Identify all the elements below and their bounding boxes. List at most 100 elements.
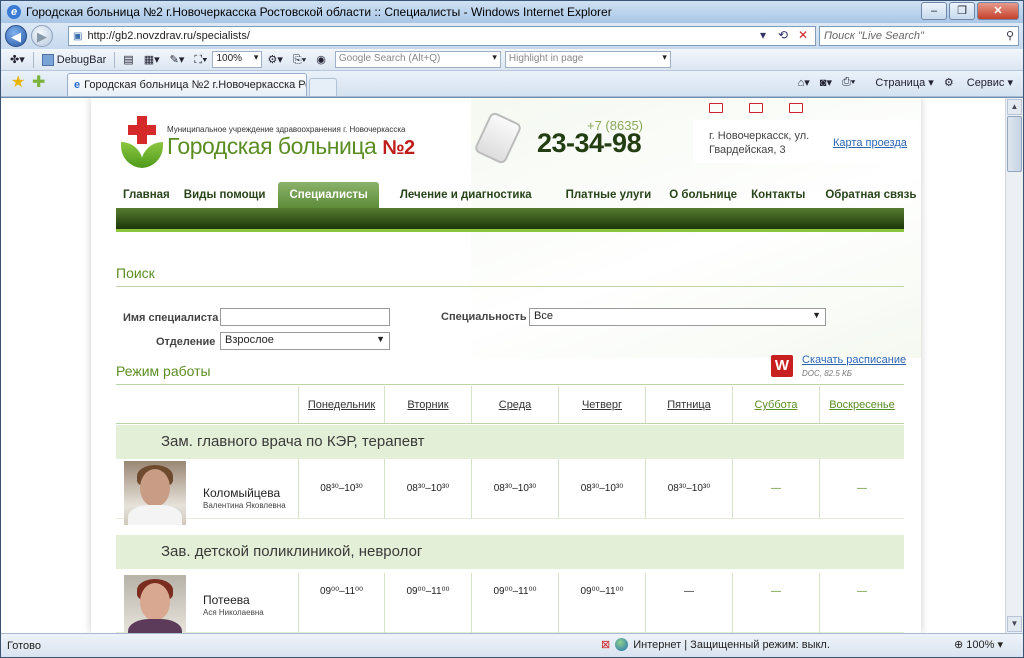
nav-specialists[interactable]: Специалисты [278, 182, 379, 208]
minimize-button[interactable]: – [921, 2, 947, 20]
name-label: Имя специалиста [123, 312, 219, 324]
security-zone[interactable]: ⊠ Интернет | Защищенный режим: выкл. [601, 638, 830, 651]
scroll-down-button[interactable]: ▼ [1007, 616, 1022, 632]
google-search-placeholder: Google Search (Alt+Q) [338, 53, 441, 64]
name-input[interactable] [220, 308, 390, 326]
add-favorites-icon[interactable]: ✚ [32, 74, 50, 92]
nav-contacts[interactable]: Контакты [744, 182, 812, 208]
search-icon[interactable]: ⚲ [1006, 29, 1014, 42]
map-link[interactable]: Карта проезда [833, 137, 907, 149]
home-page-icon[interactable] [709, 103, 723, 113]
schedule-cell: 09⁰⁰–11⁰⁰ [298, 573, 384, 633]
home-icon[interactable]: ⌂▾ [798, 76, 810, 89]
schedule-cell: 08³⁰–10³⁰ [645, 459, 732, 519]
doctor-first-name: Валентина Яковлевна [203, 501, 286, 510]
schedule-cell: 08³⁰–10³⁰ [558, 459, 645, 519]
js-tool-button[interactable]: ⚙▾ [262, 51, 287, 69]
pen-tool-button[interactable]: ✎▾ [165, 51, 190, 69]
page-tool-button[interactable]: ▤ [118, 51, 138, 69]
nav-about[interactable]: О больнице [662, 182, 744, 208]
schedule-cell: 09⁰⁰–11⁰⁰ [384, 573, 471, 633]
nav-services[interactable]: Виды помощи [177, 182, 273, 208]
day-header-tue[interactable]: Вторник [384, 386, 471, 424]
schedule-cell: — [732, 573, 819, 633]
doctor-surname[interactable]: Коломыйцева [203, 486, 280, 500]
debugbar-button[interactable]: DebugBar [37, 51, 112, 69]
tab-active[interactable]: e Городская больница №2 г.Новочеркасска Р… [67, 73, 307, 96]
mail-icon[interactable] [749, 103, 763, 113]
debugbar-label: DebugBar [56, 53, 107, 66]
zoom-control[interactable]: ⊕ 100% ▾ [954, 638, 1003, 651]
site-name-number: №2 [382, 137, 415, 159]
live-search-input[interactable]: Поиск "Live Search" ⚲ [819, 26, 1019, 46]
window-title: Городская больница №2 г.Новочеркасска Ро… [26, 5, 612, 19]
download-schedule-link[interactable]: Скачать расписание [802, 354, 906, 366]
eye-tool-button[interactable]: ◉ [311, 51, 331, 69]
image-tool-button[interactable]: ▦▾ [139, 51, 165, 69]
header-divider [116, 423, 904, 424]
rss-icon[interactable]: ◙▾ [820, 76, 832, 89]
new-tab-button[interactable] [309, 78, 337, 96]
nav-paid[interactable]: Платные улуги [559, 182, 659, 208]
nav-home[interactable]: Главная [116, 182, 177, 208]
day-header-sun[interactable]: Воскресенье [819, 386, 904, 424]
zoom-value: 100% [216, 53, 243, 64]
browser-window: e Городская больница №2 г.Новочеркасска … [0, 0, 1024, 658]
doctor-surname[interactable]: Потеева [203, 593, 250, 607]
day-header-fri[interactable]: Пятница [645, 386, 732, 424]
doctor-photo[interactable] [124, 461, 186, 525]
table-row: Потеева Ася Николаевна 09⁰⁰–11⁰⁰ 09⁰⁰–11… [116, 573, 904, 633]
maximize-button[interactable]: ❐ [949, 2, 975, 20]
resize-tool-button[interactable]: ⛶▾ [189, 51, 212, 69]
print-icon[interactable]: ⎙▾ [842, 76, 855, 89]
ie-tab-icon: e [74, 79, 81, 91]
word-doc-icon[interactable]: W [771, 355, 793, 377]
nav-underbar [116, 208, 904, 232]
validate-tool-button[interactable]: ⎘▾ [288, 51, 311, 69]
schedule-cell: 08³⁰–10³⁰ [471, 459, 558, 519]
main-nav: Главная Виды помощи Специалисты Лечение … [116, 182, 916, 208]
day-header-thu[interactable]: Четверг [558, 386, 645, 424]
tools-menu[interactable]: ⚙ Сервис ▾ [944, 76, 1013, 89]
specialty-select[interactable]: Все ▼ [529, 308, 826, 326]
forward-button[interactable]: ▶ [31, 25, 53, 47]
site-name-text: Городская больница [167, 133, 377, 159]
zoom-select[interactable]: 100% ▾ [212, 51, 263, 68]
page-viewport: Муниципальное учреждение здравоохранения… [1, 98, 1005, 633]
doctor-first-name: Ася Николаевна [203, 608, 264, 617]
header-utility-icons [709, 103, 829, 113]
leaves-logo-icon [121, 136, 163, 170]
back-button[interactable]: ◀ [5, 25, 27, 47]
dept-value: Взрослое [225, 334, 274, 346]
group-header: Зав. детской поликлиникой, невролог [116, 535, 904, 569]
doctor-photo[interactable] [124, 575, 186, 633]
scroll-thumb[interactable] [1007, 116, 1022, 172]
sitemap-icon[interactable] [789, 103, 803, 113]
tools-menu-label: Сервис [966, 77, 1005, 89]
scroll-up-button[interactable]: ▲ [1007, 99, 1022, 115]
blocked-icon: ⊠ [601, 639, 611, 651]
dropdown-icon[interactable]: ▾ [753, 28, 773, 42]
refresh-icon[interactable]: ⟲ [773, 28, 793, 42]
search-divider [116, 286, 904, 287]
day-header-sat[interactable]: Суббота [732, 386, 819, 424]
vertical-scrollbar[interactable]: ▲ ▼ [1005, 98, 1023, 633]
google-search-input[interactable]: Google Search (Alt+Q) ▾ [334, 51, 501, 68]
day-header-wed[interactable]: Среда [471, 386, 558, 424]
day-header-mon[interactable]: Понедельник [298, 386, 384, 424]
address-toolbar: ◀ ▶ ▣ http://gb2.novzdrav.ru/specialists… [1, 23, 1023, 49]
stop-icon[interactable]: ✕ [793, 28, 813, 42]
windows-menu-button[interactable]: ✤▾ [5, 51, 30, 69]
page-menu[interactable]: Страница ▾ [865, 76, 933, 89]
close-button[interactable]: ✕ [977, 2, 1019, 20]
site-name[interactable]: Городская больница №2 [167, 133, 415, 160]
dept-select[interactable]: Взрослое ▼ [220, 332, 390, 350]
favorites-star-icon[interactable]: ★ [11, 74, 29, 92]
search-title: Поиск [116, 265, 155, 281]
highlight-input[interactable]: Highlight in page ▾ [504, 51, 671, 68]
nav-treatment[interactable]: Лечение и диагностика [393, 182, 539, 208]
nav-feedback[interactable]: Обратная связь [818, 182, 923, 208]
schedule-cell: 09⁰⁰–11⁰⁰ [471, 573, 558, 633]
address-field[interactable]: ▣ http://gb2.novzdrav.ru/specialists/ ▾ … [68, 26, 816, 46]
zoom-level: 100% [966, 639, 995, 651]
